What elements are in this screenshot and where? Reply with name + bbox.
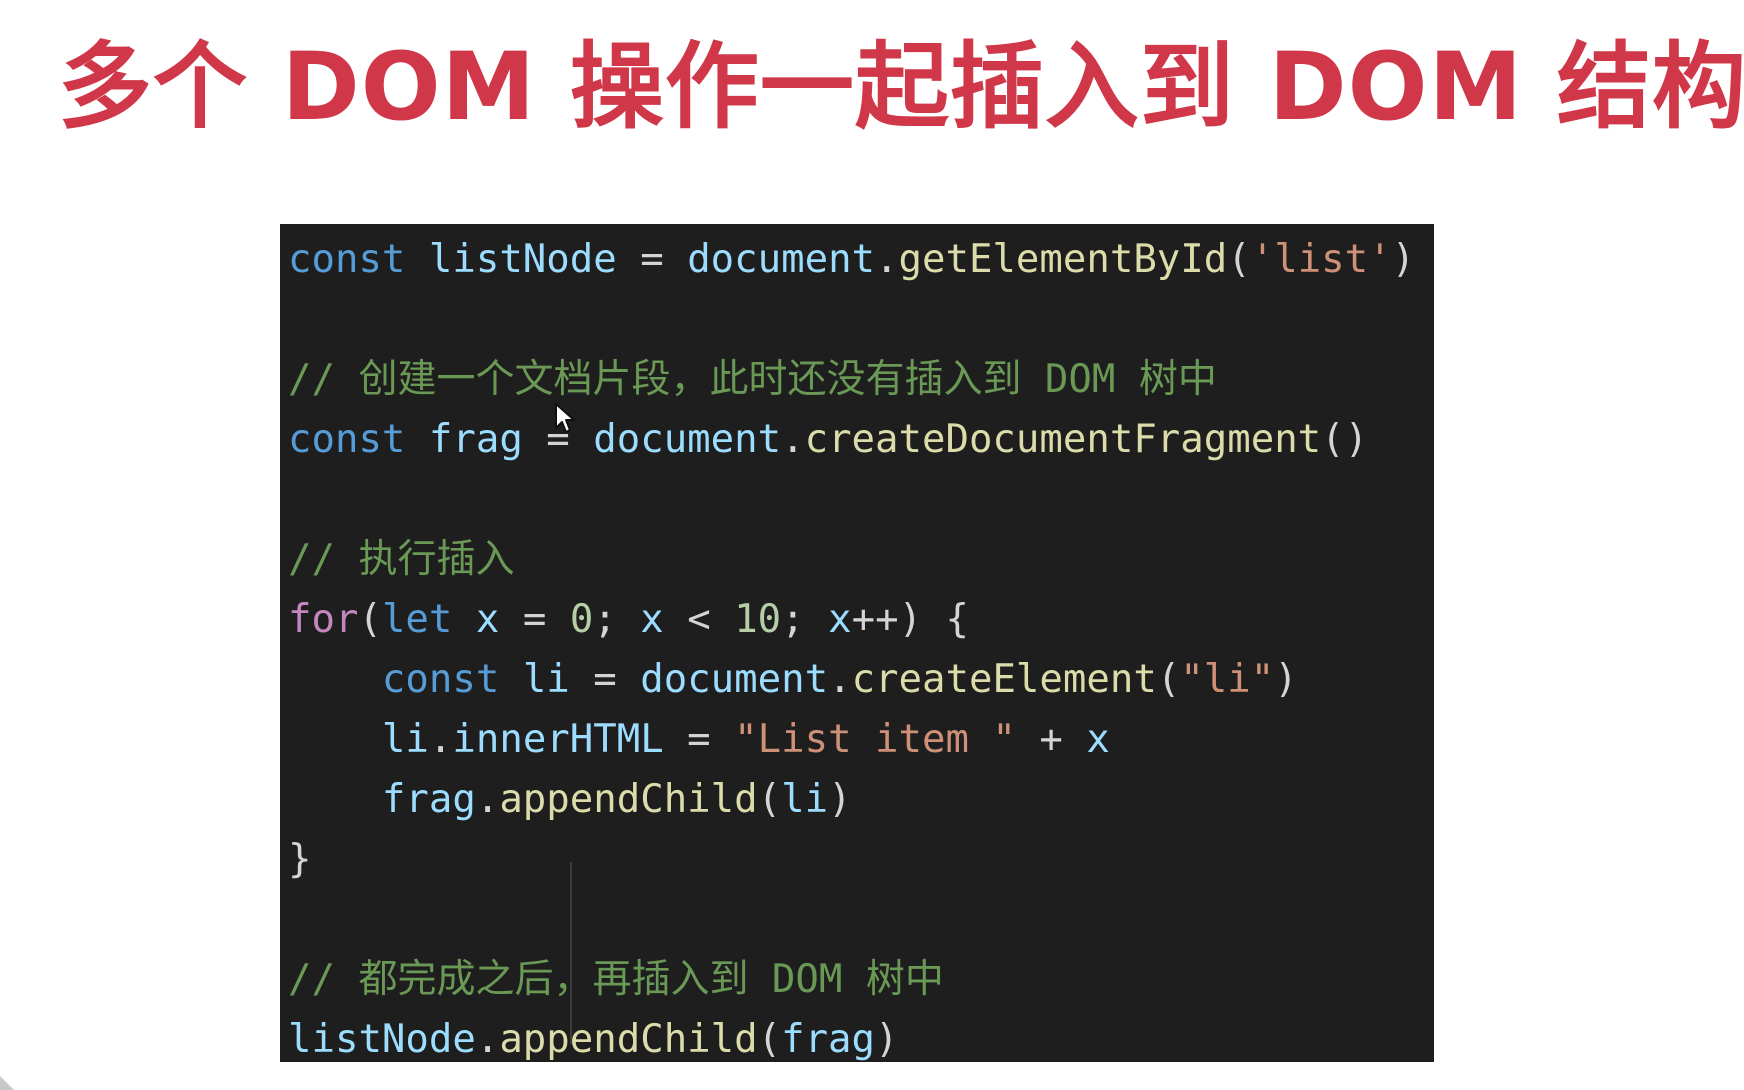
operator-less-than: <	[663, 597, 735, 642]
property-innerhtml: innerHTML	[452, 717, 664, 762]
paren-close: )	[875, 1017, 899, 1062]
operator-assign: =	[499, 597, 570, 642]
number-zero: 0	[569, 597, 594, 642]
variable-frag: frag	[428, 417, 523, 462]
paren-open: (	[1156, 657, 1181, 702]
dot: .	[475, 777, 500, 822]
variable-listnode: listNode	[288, 1017, 476, 1062]
semicolon: ;	[781, 597, 829, 642]
corner-triangle-icon	[0, 1076, 14, 1090]
function-createdocumentfragment: createDocumentFragment	[804, 417, 1322, 462]
dot: .	[428, 717, 453, 762]
operator-assign: =	[616, 237, 688, 282]
variable-x: x	[1086, 717, 1110, 762]
variable-listnode: listNode	[428, 237, 617, 282]
variable-x: x	[475, 597, 500, 642]
operator-assign: =	[569, 657, 641, 702]
code-line-append-li: frag.appendChild(li)	[288, 770, 1434, 830]
code-comment-create-fragment: // 创建一个文档片段，此时还没有插入到 DOM 树中	[288, 357, 1217, 402]
variable-frag: frag	[781, 1017, 876, 1062]
paren-open: (	[1227, 237, 1251, 282]
dot: .	[828, 657, 852, 702]
mouse-pointer-arrow-icon	[555, 403, 575, 433]
operator-plus: +	[1015, 717, 1087, 762]
variable-frag: frag	[381, 777, 476, 822]
operator-increment: ++	[851, 597, 899, 642]
code-line-append-frag: listNode.appendChild(frag)	[288, 1010, 1434, 1070]
object-document: document	[593, 417, 782, 462]
slide-title: 多个 DOM 操作一起插入到 DOM 结构	[58, 33, 1744, 142]
paren-close: )	[1274, 657, 1298, 702]
function-getelementbyid: getElementById	[898, 237, 1228, 282]
block-close: }	[288, 837, 312, 882]
parens: ()	[1321, 417, 1369, 462]
paren-open: (	[757, 1017, 782, 1062]
code-comment-finish: // 都完成之后，再插入到 DOM 树中	[288, 957, 944, 1002]
keyword-const: const	[288, 237, 406, 282]
function-createelement: createElement	[851, 657, 1157, 702]
number-ten: 10	[734, 597, 782, 642]
keyword-const: const	[288, 417, 406, 462]
object-document: document	[687, 237, 876, 282]
paren-open: (	[358, 597, 382, 642]
string-list: 'list'	[1250, 237, 1392, 282]
code-line-block-close: }	[288, 830, 1434, 890]
variable-x: x	[828, 597, 852, 642]
code-line-4: const frag = document.createDocumentFrag…	[288, 410, 1434, 470]
object-document: document	[640, 657, 829, 702]
dot: .	[781, 417, 805, 462]
keyword-const: const	[381, 657, 500, 702]
function-appendchild: appendChild	[499, 777, 758, 822]
block-open: ) {	[898, 597, 970, 642]
variable-li: li	[781, 777, 829, 822]
code-line-create-li: const li = document.createElement("li")	[288, 650, 1434, 710]
keyword-let: let	[381, 597, 453, 642]
variable-li: li	[381, 717, 429, 762]
string-list-item: "List item "	[734, 717, 1016, 762]
dot: .	[875, 237, 899, 282]
function-appendchild: appendChild	[499, 1017, 758, 1062]
paren-close: )	[1391, 237, 1416, 282]
code-line-innerhtml: li.innerHTML = "List item " + x	[288, 710, 1434, 770]
dot: .	[475, 1017, 500, 1062]
code-line-1: const listNode = document.getElementById…	[288, 230, 1434, 290]
variable-li: li	[522, 657, 570, 702]
variable-x: x	[640, 597, 664, 642]
code-line-for: for(let x = 0; x < 10; x++) {	[288, 590, 1434, 650]
code-comment-insert: // 执行插入	[288, 537, 515, 582]
keyword-for: for	[288, 597, 359, 642]
paren-close: )	[828, 777, 852, 822]
string-li: "li"	[1180, 657, 1275, 702]
semicolon: ;	[593, 597, 641, 642]
operator-assign: =	[663, 717, 735, 762]
paren-open: (	[757, 777, 782, 822]
indent-guide	[570, 862, 572, 1044]
code-panel[interactable]: const listNode = document.getElementById…	[280, 224, 1434, 1062]
